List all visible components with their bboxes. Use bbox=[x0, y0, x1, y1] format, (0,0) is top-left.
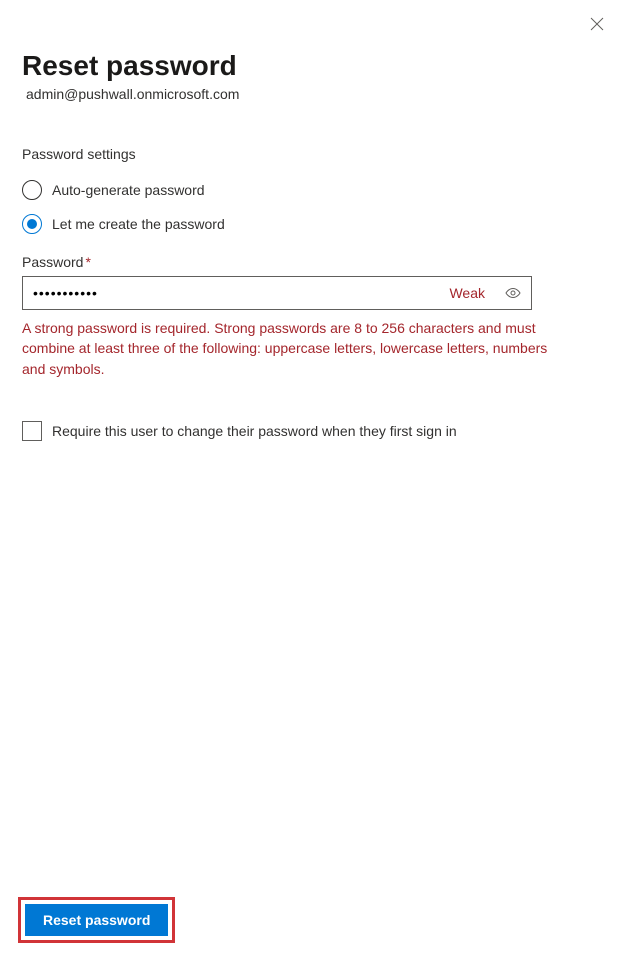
checkbox-icon bbox=[22, 421, 42, 441]
password-strength-indicator: Weak bbox=[449, 285, 495, 301]
reset-password-button[interactable]: Reset password bbox=[25, 904, 168, 936]
password-field-label: Password* bbox=[22, 254, 599, 270]
require-change-label: Require this user to change their passwo… bbox=[52, 423, 457, 439]
panel-footer: Reset password bbox=[18, 897, 175, 943]
radio-icon bbox=[22, 214, 42, 234]
eye-icon bbox=[505, 285, 521, 301]
reset-password-panel: Reset password admin@pushwall.onmicrosof… bbox=[0, 0, 621, 957]
user-email: admin@pushwall.onmicrosoft.com bbox=[26, 86, 599, 102]
password-mode-radio-group: Auto-generate password Let me create the… bbox=[22, 180, 599, 234]
radio-manual-create[interactable]: Let me create the password bbox=[22, 214, 599, 234]
password-settings-label: Password settings bbox=[22, 146, 599, 162]
radio-label-manual: Let me create the password bbox=[52, 216, 225, 232]
annotation-highlight: Reset password bbox=[18, 897, 175, 943]
required-asterisk: * bbox=[85, 254, 90, 270]
password-input[interactable] bbox=[23, 279, 449, 307]
password-error-message: A strong password is required. Strong pa… bbox=[22, 318, 562, 379]
page-title: Reset password bbox=[22, 50, 599, 82]
toggle-password-visibility-button[interactable] bbox=[495, 285, 531, 301]
close-icon bbox=[590, 17, 604, 31]
radio-icon bbox=[22, 180, 42, 200]
radio-label-auto: Auto-generate password bbox=[52, 182, 205, 198]
require-change-checkbox[interactable]: Require this user to change their passwo… bbox=[22, 421, 599, 441]
close-button[interactable] bbox=[587, 14, 607, 34]
password-field-container: Weak bbox=[22, 276, 532, 310]
radio-auto-generate[interactable]: Auto-generate password bbox=[22, 180, 599, 200]
